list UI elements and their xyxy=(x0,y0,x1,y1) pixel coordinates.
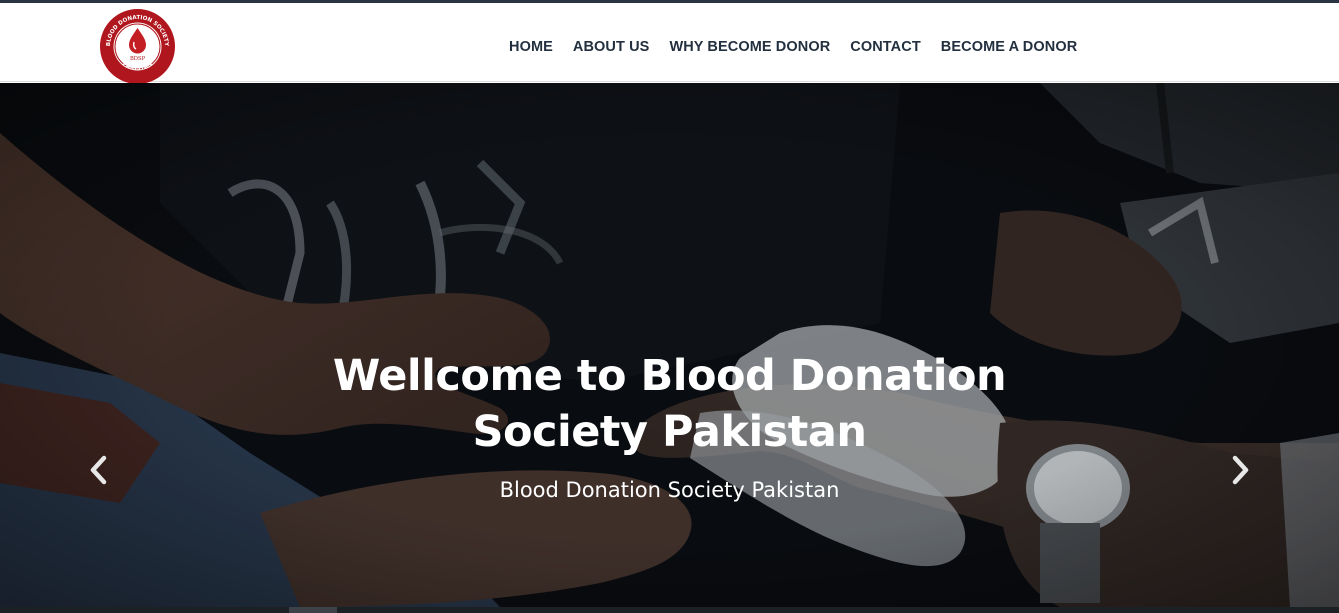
chevron-right-icon xyxy=(1232,455,1249,485)
hero-dark-overlay xyxy=(0,83,1339,607)
nav-home[interactable]: HOME xyxy=(499,39,563,55)
hero-carousel: Wellcome to Blood Donation Society Pakis… xyxy=(0,83,1339,607)
main-nav: HOME ABOUT US WHY BECOME DONOR CONTACT B… xyxy=(499,37,1087,57)
hero-title-line-2: Society Pakistan xyxy=(472,407,867,457)
site-logo[interactable]: BDSP BLOOD DONATION SOCIETY PAKISTAN xyxy=(100,9,175,84)
carousel-next-button[interactable] xyxy=(1225,453,1255,487)
chevron-left-icon xyxy=(90,455,107,485)
nav-why-become-donor[interactable]: WHY BECOME DONOR xyxy=(659,39,840,55)
logo-center-text: BDSP xyxy=(130,56,146,62)
hero-title: Wellcome to Blood Donation Society Pakis… xyxy=(250,348,1089,460)
hero-subtitle: Blood Donation Society Pakistan xyxy=(499,478,840,502)
hero-title-line-1: Wellcome to Blood Donation xyxy=(332,351,1007,401)
blood-drop-logo-icon: BDSP BLOOD DONATION SOCIETY PAKISTAN xyxy=(100,9,175,84)
navbar: BDSP BLOOD DONATION SOCIETY PAKISTAN HOM… xyxy=(0,3,1339,84)
nav-about-us[interactable]: ABOUT US xyxy=(563,39,660,55)
nav-contact[interactable]: CONTACT xyxy=(840,39,931,55)
carousel-prev-button[interactable] xyxy=(84,453,114,487)
carousel-indicator-active[interactable] xyxy=(289,607,337,613)
carousel-indicator-bar xyxy=(0,607,1339,613)
nav-become-a-donor[interactable]: BECOME A DONOR xyxy=(931,39,1087,55)
